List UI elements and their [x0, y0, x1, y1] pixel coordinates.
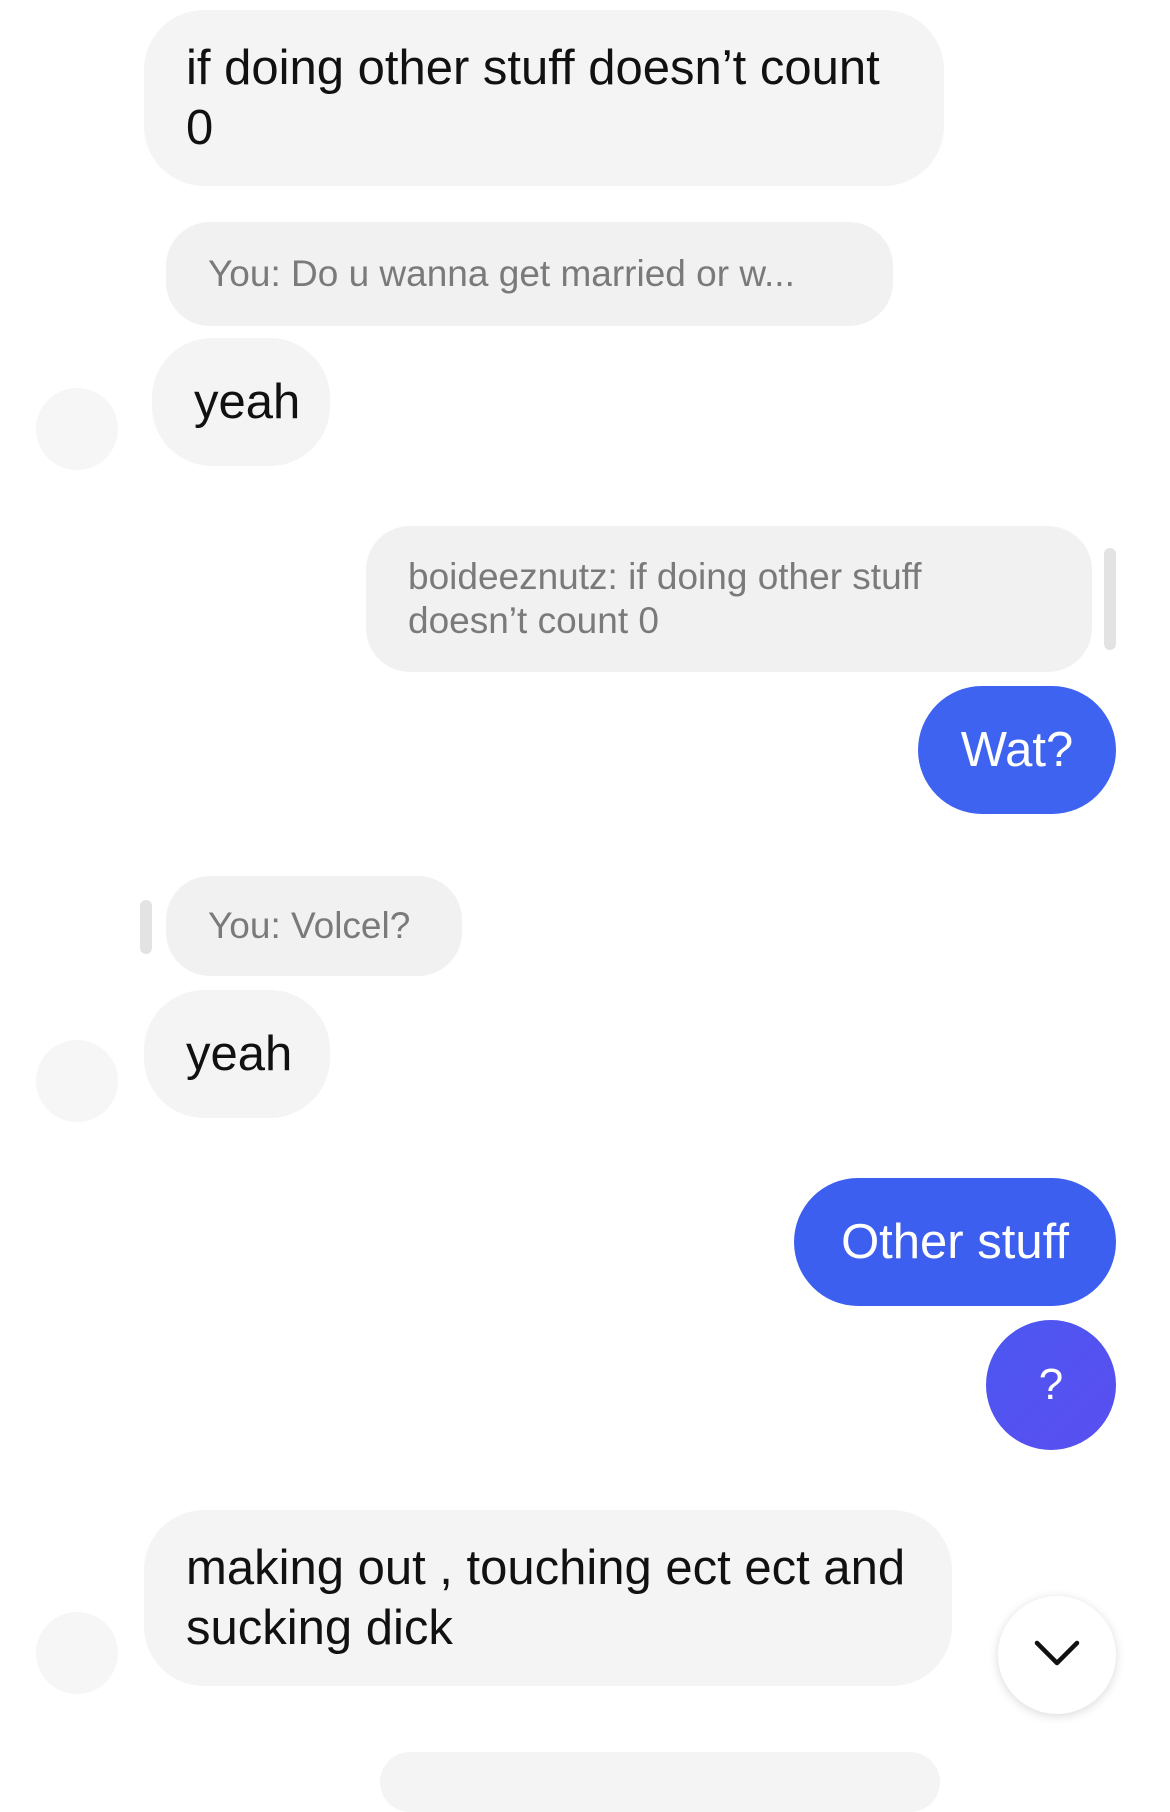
message-line: if doing other stuff doesn’t count — [186, 41, 880, 95]
incoming-message[interactable]: if doing other stuff doesn’t count 0 — [144, 10, 944, 186]
outgoing-message[interactable]: ? — [986, 1320, 1116, 1450]
partial-message — [380, 1752, 940, 1812]
reply-preview[interactable]: boideeznutz: if doing other stuff doesn’… — [366, 526, 1092, 672]
message-line: 0 — [186, 101, 214, 155]
outgoing-message[interactable]: Wat? — [918, 686, 1116, 814]
reply-preview-text: You: Do u wanna get married or w... — [208, 253, 795, 294]
reply-preview[interactable]: You: Do u wanna get married or w... — [166, 222, 893, 326]
reply-preview-text: You: Volcel? — [208, 905, 411, 946]
reply-indicator-bar — [140, 900, 152, 954]
message-line: sucking dick — [186, 1601, 453, 1655]
reply-preview-line: doesn’t count 0 — [408, 600, 659, 641]
message-text: yeah — [194, 375, 301, 429]
scroll-to-bottom-button[interactable] — [998, 1596, 1116, 1714]
incoming-message[interactable]: yeah — [152, 338, 330, 466]
incoming-message[interactable]: yeah — [144, 990, 330, 1118]
avatar[interactable] — [36, 1040, 118, 1122]
reply-preview-line: boideeznutz: if doing other stuff — [408, 556, 922, 597]
chevron-down-icon — [1032, 1638, 1082, 1673]
message-text: Other stuff — [841, 1215, 1069, 1269]
avatar[interactable] — [36, 1612, 118, 1694]
message-text: Wat? — [960, 723, 1074, 777]
message-line: making out , touching ect ect and — [186, 1541, 906, 1595]
reply-preview[interactable]: You: Volcel? — [166, 876, 462, 976]
outgoing-message[interactable]: Other stuff — [794, 1178, 1116, 1306]
incoming-message[interactable]: making out , touching ect ect and suckin… — [144, 1510, 952, 1686]
message-text: ? — [1038, 1360, 1064, 1409]
reply-indicator-bar — [1104, 548, 1116, 650]
message-text: yeah — [186, 1027, 293, 1081]
avatar[interactable] — [36, 388, 118, 470]
